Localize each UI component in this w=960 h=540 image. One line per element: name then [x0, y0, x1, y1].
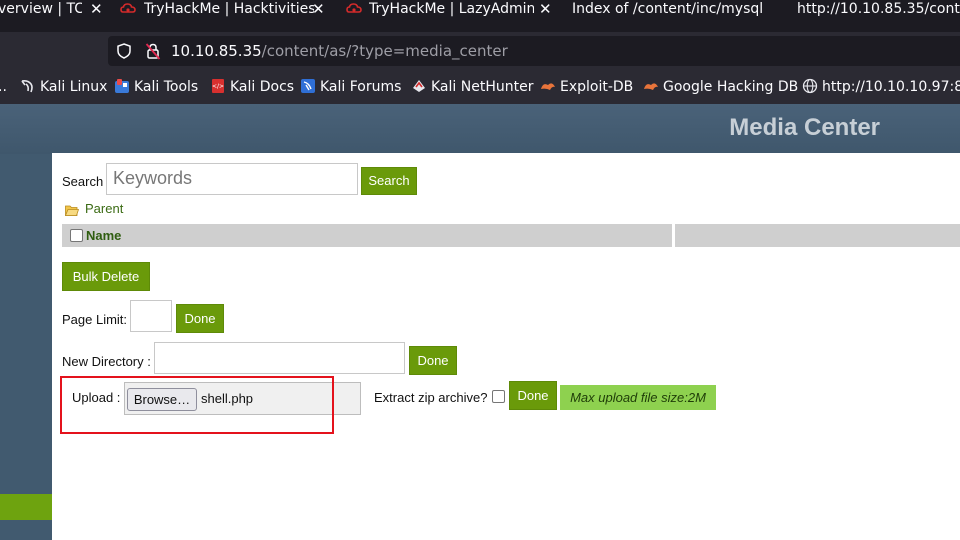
bookmarks-toolbar: .. Kali Linux Kali Tools </> Kali Docs Ka… — [0, 70, 960, 104]
bookmark-label: Google Hacking DB — [663, 79, 799, 95]
kali-forums-icon — [301, 79, 315, 93]
globe-icon — [802, 78, 818, 94]
url-host: 10.10.85.35 — [171, 42, 262, 60]
tab-http-content[interactable]: http://10.10.85.35/conten — [797, 0, 960, 32]
bookmark-label: Kali Docs — [230, 79, 295, 95]
insecure-lock-icon[interactable] — [145, 42, 161, 60]
folder-open-icon — [65, 205, 79, 216]
tab-index-of-mysql[interactable]: Index of /content/inc/mysql_ — [572, 0, 780, 32]
bookmark-label: Kali Linux — [40, 79, 108, 95]
extract-zip-checkbox[interactable] — [492, 390, 505, 403]
page-title: Media Center — [729, 114, 880, 141]
tab-title: TryHackMe | Hacktivities — [144, 1, 314, 17]
tab-thm-hacktivities[interactable]: TryHackMe | Hacktivities ✕ — [120, 0, 342, 32]
svg-text:</>: </> — [212, 83, 224, 90]
tab-bar: verview | TCM ✕ TryHackMe | Hacktivities… — [0, 0, 960, 32]
table-header-extra — [675, 224, 960, 247]
search-label: Search — [62, 174, 104, 189]
kali-nethunter-icon — [413, 80, 425, 92]
bookmark-label: Exploit-DB — [560, 79, 634, 95]
tab-thm-lazyadmin[interactable]: TryHackMe | LazyAdmin ✕ — [346, 0, 556, 32]
bookmark-http-10-10-10-97[interactable]: http://10.10.10.97:880 — [802, 78, 960, 96]
bookmark-overflow[interactable]: .. — [0, 78, 7, 96]
bookmark-google-hacking-db[interactable]: Google Hacking DB — [643, 78, 798, 96]
bookmark-kali-linux[interactable]: Kali Linux — [20, 78, 107, 96]
upload-done-button[interactable]: Done — [509, 381, 557, 410]
tryhackme-icon — [346, 3, 362, 13]
new-directory-done-button[interactable]: Done — [409, 346, 457, 375]
upload-highlight-box — [60, 376, 334, 434]
parent-link[interactable]: Parent — [85, 201, 123, 216]
bookmark-label: .. — [0, 79, 7, 95]
ghdb-icon — [644, 83, 658, 90]
new-directory-input[interactable] — [154, 342, 405, 374]
tab-tcm-overview[interactable]: verview | TCM ✕ — [0, 0, 112, 32]
column-name-label[interactable]: Name — [86, 228, 121, 243]
bookmark-kali-docs[interactable]: </> Kali Docs — [210, 78, 294, 96]
bookmark-label: Kali Forums — [320, 79, 402, 95]
tab-close-icon[interactable]: ✕ — [539, 0, 552, 18]
tab-title: TryHackMe | LazyAdmin — [369, 1, 534, 17]
bookmark-label: Kali Tools — [134, 79, 199, 95]
bookmark-kali-forums[interactable]: Kali Forums — [300, 78, 401, 96]
kali-tools-icon — [115, 79, 129, 93]
tab-title: http://10.10.85.35/conten — [797, 1, 960, 17]
tab-title: Index of /content/inc/mysql_ — [572, 1, 762, 17]
tab-title: verview | TCM — [0, 1, 82, 17]
select-all-checkbox[interactable] — [70, 229, 83, 242]
bookmark-exploit-db[interactable]: Exploit-DB — [540, 78, 633, 96]
exploit-db-icon — [541, 83, 555, 90]
extract-zip-label: Extract zip archive? — [374, 390, 488, 405]
media-center-panel: Search Keywords Search Parent Name Bulk … — [52, 153, 960, 540]
kali-docs-icon: </> — [212, 79, 224, 93]
page-limit-label: Page Limit: — [62, 312, 128, 327]
page-limit-input[interactable] — [130, 300, 172, 332]
sidebar-green-tab[interactable] — [0, 494, 52, 520]
table-header-name: Name — [62, 224, 672, 247]
page-limit-done-button[interactable]: Done — [176, 304, 224, 333]
new-directory-label: New Directory : — [62, 354, 151, 369]
bookmark-kali-tools[interactable]: Kali Tools — [114, 78, 198, 96]
tab-close-icon[interactable]: ✕ — [90, 0, 103, 18]
bookmark-label: http://10.10.10.97:880 — [822, 79, 960, 95]
max-upload-size-badge: Max upload file size:2M — [560, 385, 716, 410]
kali-dragon-icon — [21, 80, 33, 93]
search-button[interactable]: Search — [361, 167, 417, 195]
bookmark-kali-nethunter[interactable]: Kali NetHunter — [411, 78, 533, 96]
url-text[interactable]: 10.10.85.35/content/as/?type=media_cente… — [171, 42, 508, 60]
tab-close-icon[interactable]: ✕ — [312, 0, 325, 18]
bookmark-label: Kali NetHunter — [431, 79, 534, 95]
shield-icon[interactable] — [117, 43, 131, 59]
bulk-delete-button[interactable]: Bulk Delete — [62, 262, 150, 291]
url-path: /content/as/?type=media_center — [261, 42, 508, 60]
search-input[interactable]: Keywords — [106, 163, 358, 195]
page-content: Media Center Search Keywords Search Pare… — [0, 104, 960, 540]
tryhackme-icon — [120, 3, 136, 13]
